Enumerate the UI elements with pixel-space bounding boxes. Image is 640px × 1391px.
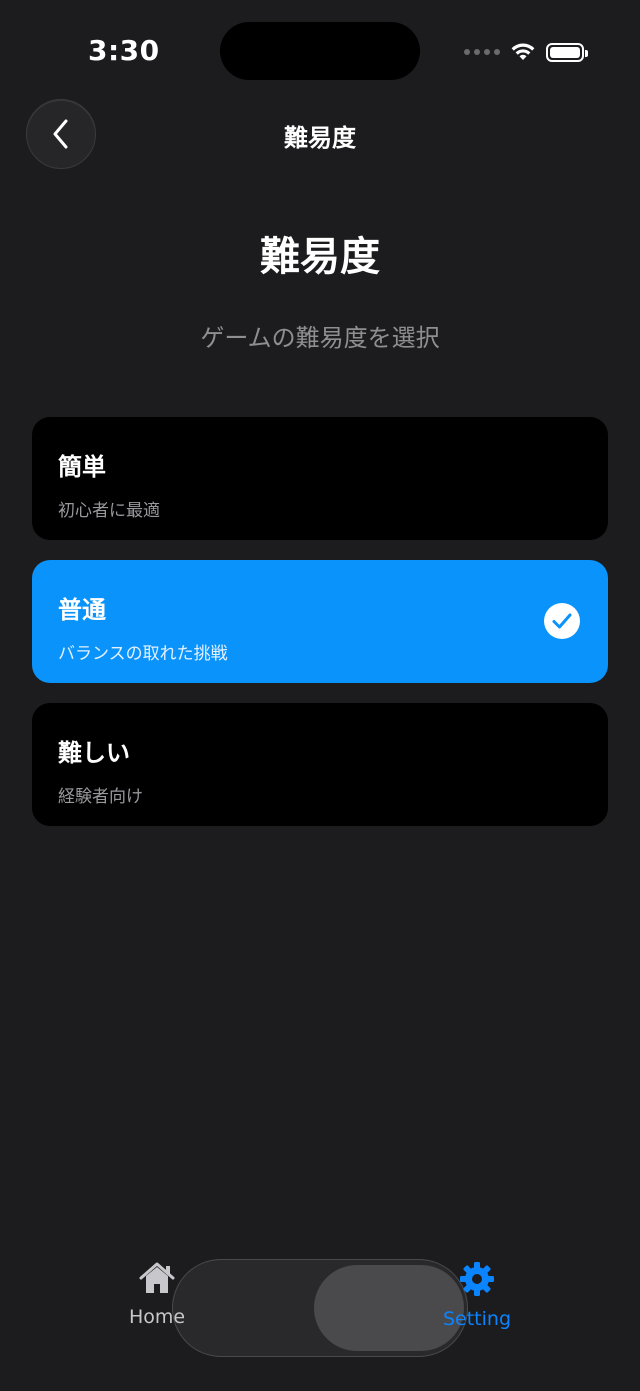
option-easy[interactable]: 簡単 初心者に最適 (32, 417, 608, 540)
option-description: 初心者に最適 (58, 501, 160, 521)
option-title: 難しい (58, 739, 130, 767)
dynamic-island (220, 22, 420, 80)
option-hard[interactable]: 難しい 経験者向け (32, 703, 608, 826)
nav-title: 難易度 (284, 124, 356, 152)
tab-setting[interactable]: Setting (417, 1260, 537, 1330)
checkmark-icon (544, 603, 580, 639)
tab-label: Home (128, 1306, 186, 1328)
tab-label: Setting (442, 1308, 512, 1330)
signal-icon (464, 49, 500, 55)
tab-home[interactable]: Home (97, 1260, 217, 1328)
option-normal[interactable]: 普通 バランスの取れた挑戦 (32, 560, 608, 683)
wifi-icon (511, 43, 535, 60)
status-icons (464, 38, 588, 66)
battery-icon (546, 42, 588, 62)
option-title: 普通 (58, 596, 106, 624)
gear-icon (460, 1262, 494, 1296)
house-icon (139, 1262, 175, 1293)
status-time: 3:30 (88, 34, 160, 67)
option-description: バランスの取れた挑戦 (58, 644, 228, 664)
option-title: 簡単 (58, 453, 106, 481)
page-subtitle: ゲームの難易度を選択 (200, 324, 440, 352)
page-title: 難易度 (260, 234, 380, 280)
difficulty-screen: 3:30 難易度 難易度 ゲームの難易度を選択 簡単 初心者に最適 普通 バラン… (0, 0, 640, 1391)
option-description: 経験者向け (58, 787, 143, 807)
